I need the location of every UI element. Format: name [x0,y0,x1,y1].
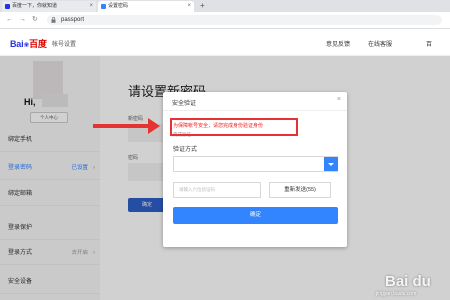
address-bar-row: ← → ↻ passport [0,12,450,29]
tab-title: 设置密码 [108,3,129,9]
dialog-title: 安全验证 [172,101,197,107]
divider [163,110,347,111]
paw-icon [101,4,106,9]
lock-icon [51,17,56,23]
annotation-arrow-shaft [93,124,151,128]
baidu-logo[interactable]: Bai❀百度 [10,37,47,50]
dialog-confirm-button[interactable]: 确定 [173,207,338,224]
verification-method-label: 验证方式 [173,147,198,153]
resend-code-button[interactable]: 重新发送(55) [269,182,331,198]
forward-arrow-icon[interactable]: → [19,15,26,25]
reload-icon[interactable]: ↻ [32,15,38,25]
tab-title: 百度一下，你就知道 [12,3,58,9]
browser-tab[interactable]: 百度一下，你就知道 × [2,1,96,12]
security-verification-dialog: 安全验证 × 为保障帐号安全，请您完成身份验证身份 完成验证 验证方式 请输入六… [163,92,347,247]
verification-method-select[interactable] [173,156,338,172]
watermark-logo: Bai du [385,273,431,290]
back-arrow-icon[interactable]: ← [6,15,13,25]
logo-text-cn: 百度 [29,39,47,49]
new-tab-button[interactable]: + [200,0,205,12]
close-tab-icon[interactable]: × [187,1,191,12]
close-tab-icon[interactable]: × [89,1,93,12]
chevron-down-icon[interactable] [324,157,338,171]
paw-icon [5,4,10,9]
logo-text: Bai [10,39,24,49]
feedback-link[interactable]: 意见反馈 [326,39,350,48]
annotation-arrow-icon [148,118,160,134]
header-link-truncated[interactable]: 百 [426,39,432,48]
site-header: Bai❀百度 帐号设置 意见反馈 在线客服 百 [0,29,450,56]
url-field[interactable]: passport [47,15,442,25]
browser-tab-strip: 百度一下，你就知道 × 设置密码 × + [0,0,450,12]
close-icon[interactable]: × [337,96,341,104]
annotation-highlight-box [170,118,298,136]
url-text: passport [61,17,85,23]
browser-tab-active[interactable]: 设置密码 × [98,1,194,12]
online-service-link[interactable]: 在线客服 [368,39,392,48]
verification-code-input[interactable]: 请输入六位验证码 [173,182,261,198]
watermark-url: jingyan.baidu.com [376,291,417,297]
section-title: 帐号设置 [52,42,77,48]
